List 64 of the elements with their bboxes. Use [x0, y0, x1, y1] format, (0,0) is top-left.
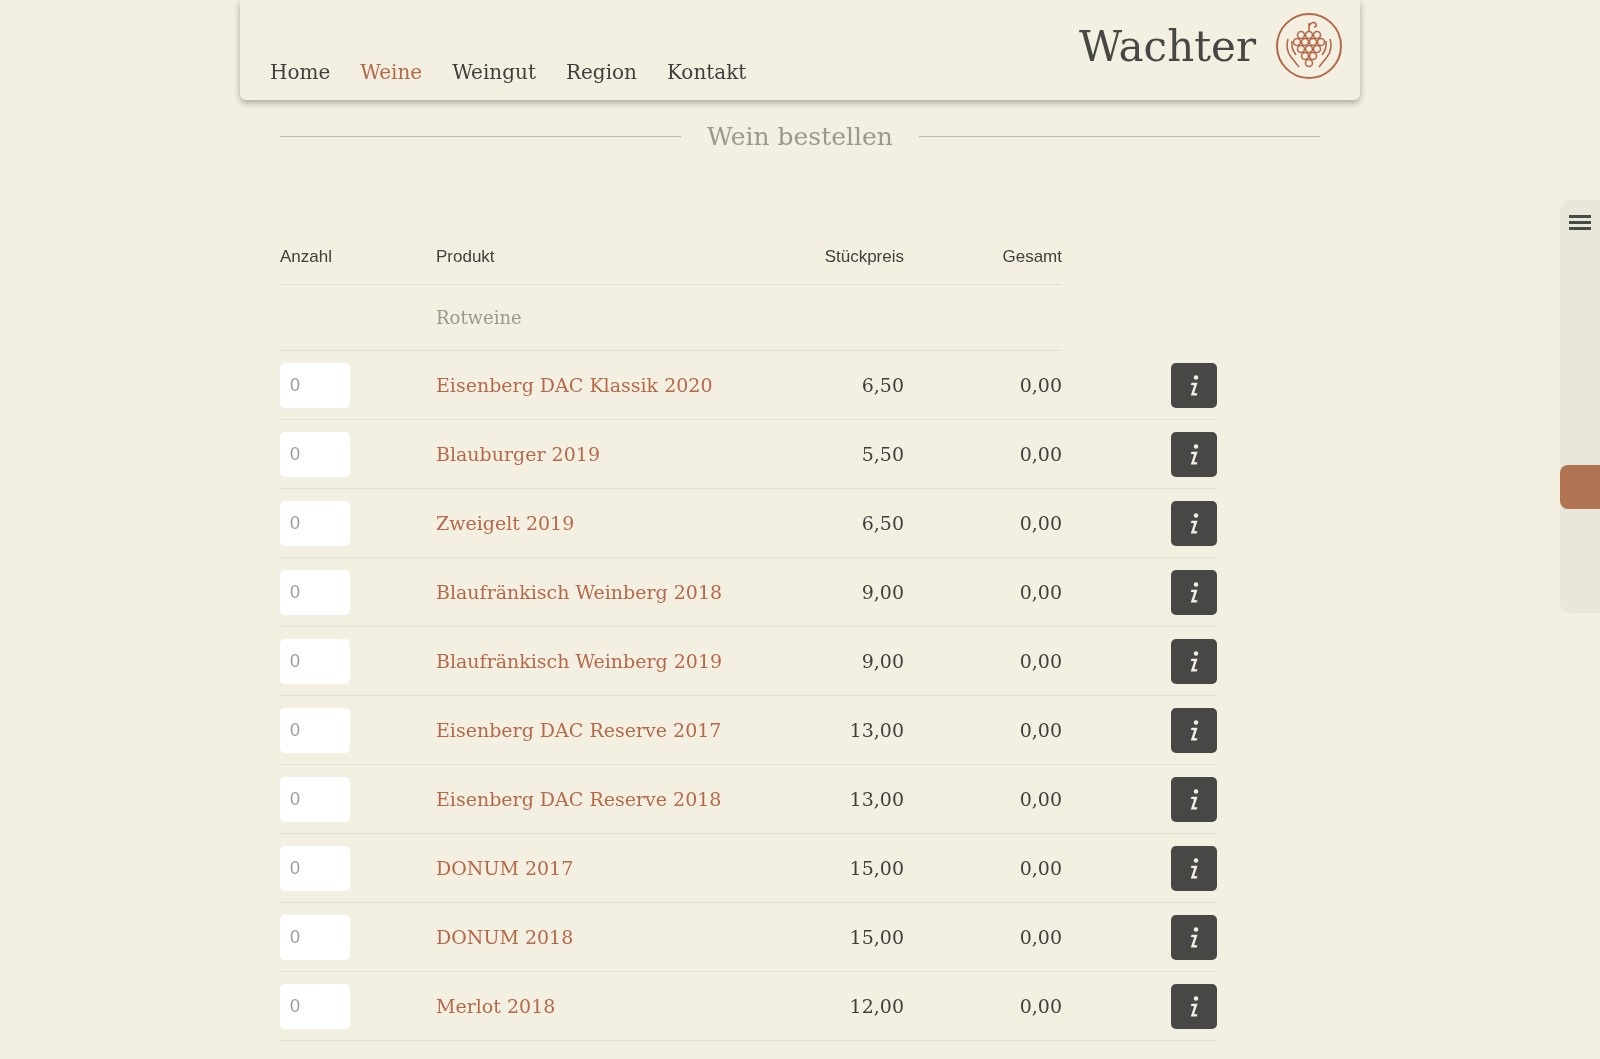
unit-price: 6,50	[860, 512, 904, 534]
row-total: 0,00	[1018, 719, 1062, 741]
product-link[interactable]: DONUM 2017	[436, 857, 736, 879]
product-link[interactable]: Blauburger 2019	[436, 443, 736, 465]
column-header: Anzahl	[280, 246, 333, 267]
nav-link[interactable]: Weine	[360, 60, 423, 84]
quantity-input[interactable]: 0	[280, 500, 350, 546]
group-heading: Rotweine	[436, 307, 523, 328]
quantity-input[interactable]: 0	[280, 983, 350, 1029]
row-total: 0,00	[1018, 788, 1062, 810]
info-button[interactable]	[1171, 845, 1217, 891]
nav-link[interactable]: Home	[270, 60, 331, 84]
quantity-input[interactable]: 0	[280, 431, 350, 477]
product-link[interactable]: DONUM 2018	[436, 926, 736, 948]
info-button[interactable]	[1171, 776, 1217, 822]
product-link[interactable]: Blaufränkisch Weinberg 2018	[436, 581, 736, 603]
unit-price: 5,50	[860, 443, 904, 465]
page-title: Wein bestellen	[707, 122, 893, 151]
nav-link[interactable]: Weingut	[452, 60, 536, 84]
info-button[interactable]	[1171, 983, 1217, 1029]
quantity-input[interactable]: 0	[280, 638, 350, 684]
grapes-hands-logo-icon	[1274, 11, 1344, 81]
info-button[interactable]	[1171, 362, 1217, 408]
info-button[interactable]	[1171, 569, 1217, 615]
info-button[interactable]	[1171, 914, 1217, 960]
nav-link[interactable]: Region	[565, 60, 637, 84]
row-total: 0,00	[1018, 926, 1062, 948]
column-header: Produkt	[436, 246, 496, 267]
quantity-input[interactable]: 0	[280, 845, 350, 891]
product-link[interactable]: Eisenberg DAC Klassik 2020	[436, 374, 736, 396]
product-link[interactable]: Merlot 2018	[436, 995, 736, 1017]
menu-icon[interactable]	[1569, 215, 1591, 231]
row-total: 0,00	[1018, 857, 1062, 879]
row-total: 0,00	[1018, 374, 1062, 396]
brand-name: Wachter	[1079, 21, 1256, 71]
unit-price: 9,00	[860, 650, 904, 672]
column-header: Gesamt	[1001, 246, 1062, 267]
row-total: 0,00	[1018, 581, 1062, 603]
product-link[interactable]: Zweigelt 2019	[436, 512, 736, 534]
row-total: 0,00	[1018, 512, 1062, 534]
row-total: 0,00	[1018, 995, 1062, 1017]
row-total: 0,00	[1018, 443, 1062, 465]
unit-price: 6,50	[860, 374, 904, 396]
info-button[interactable]	[1171, 431, 1217, 477]
quantity-input[interactable]: 0	[280, 569, 350, 615]
unit-price: 13,00	[848, 719, 904, 741]
unit-price: 13,00	[848, 788, 904, 810]
unit-price: 15,00	[848, 926, 904, 948]
product-link[interactable]: Eisenberg DAC Reserve 2017	[436, 719, 736, 741]
quantity-input[interactable]: 0	[280, 362, 350, 408]
info-button[interactable]	[1171, 500, 1217, 546]
quantity-input[interactable]: 0	[280, 914, 350, 960]
nav-link[interactable]: Kontakt	[666, 60, 747, 84]
column-header: Stückpreis	[823, 246, 904, 267]
quantity-input[interactable]: 0	[280, 707, 350, 753]
product-link[interactable]: Blaufränkisch Weinberg 2019	[436, 650, 736, 672]
unit-price: 15,00	[848, 857, 904, 879]
unit-price: 12,00	[848, 995, 904, 1017]
unit-price: 9,00	[860, 581, 904, 603]
row-total: 0,00	[1018, 650, 1062, 672]
product-link[interactable]: Eisenberg DAC Reserve 2018	[436, 788, 736, 810]
info-button[interactable]	[1171, 638, 1217, 684]
info-button[interactable]	[1171, 707, 1217, 753]
quantity-input[interactable]: 0	[280, 776, 350, 822]
